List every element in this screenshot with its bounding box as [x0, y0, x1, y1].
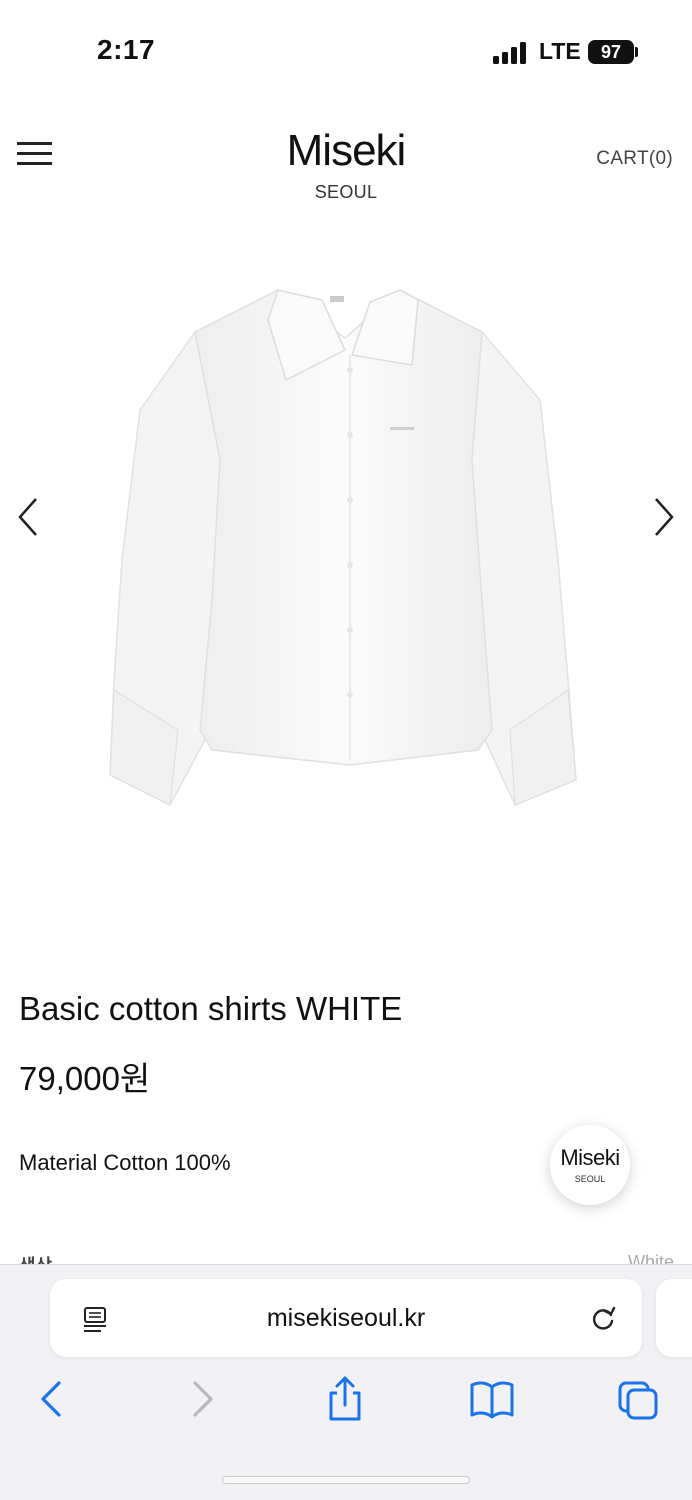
option-label: 색상	[19, 1252, 52, 1264]
floating-brand-button[interactable]: Miseki SEOUL	[550, 1125, 630, 1205]
logo-wordmark: Miseki	[286, 126, 407, 175]
battery-icon: 97	[588, 40, 634, 64]
tabs-icon[interactable]	[614, 1375, 664, 1423]
product-title: Basic cotton shirts WHITE	[19, 990, 403, 1027]
product-material: Material Cotton 100%	[19, 1150, 231, 1175]
product-image-carousel[interactable]	[0, 240, 692, 860]
battery-tip	[635, 47, 638, 57]
reload-icon[interactable]	[588, 1303, 618, 1333]
address-bar[interactable]: misekiseoul.kr	[50, 1279, 642, 1357]
product-price: 79,000원	[19, 1060, 151, 1097]
badge-wordmark: Miseki	[560, 1145, 620, 1170]
forward-icon[interactable]	[177, 1375, 227, 1423]
option-value[interactable]: White	[628, 1252, 674, 1264]
next-tab-address-bar[interactable]	[656, 1279, 692, 1357]
status-bar: 2:17 LTE 97	[0, 0, 692, 100]
product-shirt-image	[109, 289, 577, 806]
cart-link[interactable]: CART(0)	[596, 148, 673, 170]
home-indicator[interactable]	[222, 1476, 470, 1484]
bookmarks-icon[interactable]	[467, 1375, 517, 1423]
chevron-left-icon[interactable]	[14, 495, 44, 539]
logo-subtitle: SEOUL	[314, 182, 378, 202]
browser-toolbar: misekiseoul.kr	[0, 1264, 692, 1500]
network-type: LTE	[539, 38, 581, 64]
url-text[interactable]: misekiseoul.kr	[50, 1304, 642, 1333]
signal-strength-icon	[493, 42, 529, 64]
chevron-right-icon[interactable]	[648, 495, 678, 539]
site-logo[interactable]: Miseki SEOUL	[0, 126, 692, 203]
status-time: 2:17	[97, 34, 156, 65]
share-icon[interactable]	[320, 1375, 370, 1423]
back-icon[interactable]	[27, 1375, 77, 1423]
badge-subtitle: SEOUL	[574, 1174, 606, 1184]
